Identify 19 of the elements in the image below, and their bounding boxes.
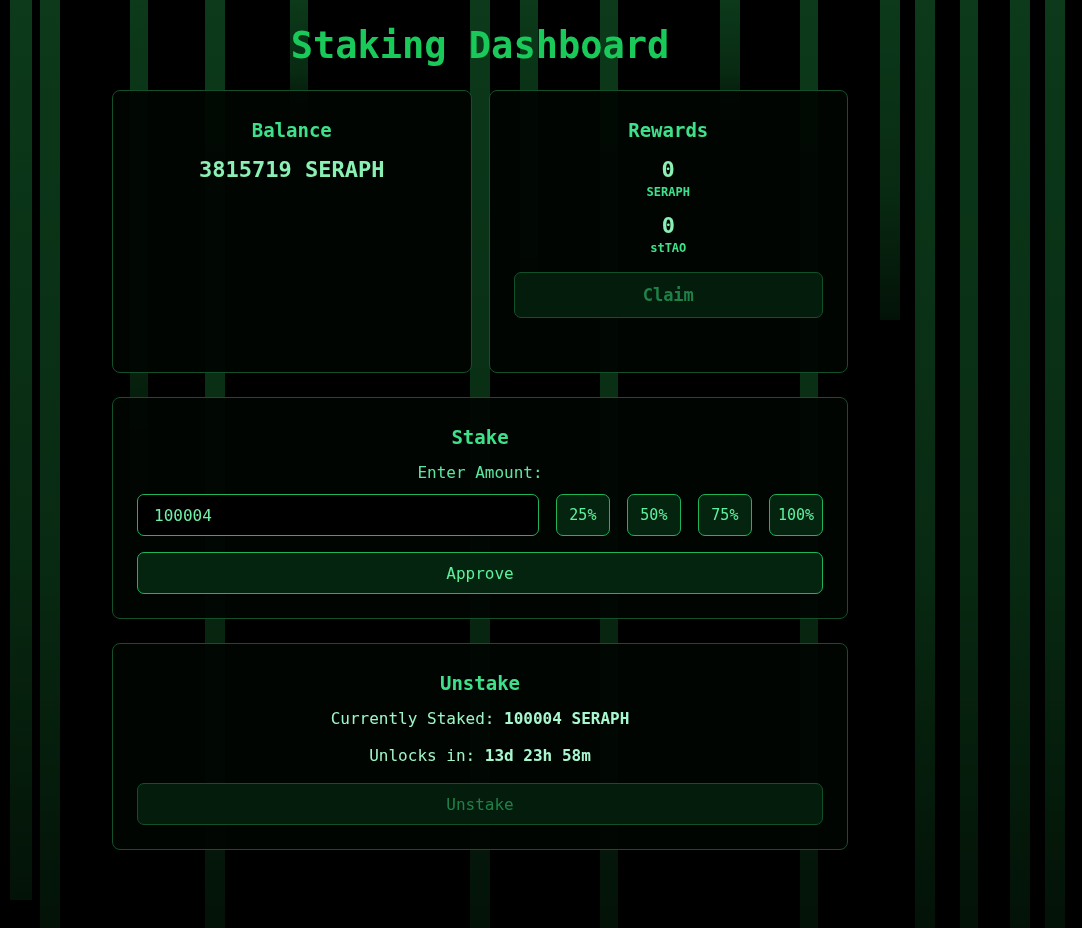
unlock-time-text: Unlocks in: 13d 23h 58m [369, 746, 591, 765]
percent-button[interactable]: 50% [626, 494, 681, 536]
approve-button[interactable]: Approve [137, 552, 823, 594]
amount-input[interactable]: 100004 [137, 494, 539, 536]
token-symbol: SERAPH [646, 184, 690, 200]
staked-amount-text: Currently Staked: 100004 SERAPH [330, 709, 630, 728]
card-heading: Balance [251, 118, 332, 142]
card-heading: Unstake [439, 671, 521, 695]
card-heading: Stake [451, 425, 509, 449]
reward-amount: 0 [661, 212, 675, 240]
card-heading: Rewards [628, 118, 709, 142]
amount-label: Enter Amount: [417, 463, 543, 482]
token-symbol: stTAO [650, 240, 687, 256]
balance-amount: 3815719 SERAPH [199, 156, 385, 184]
percent-button[interactable]: 25% [555, 494, 610, 536]
page-title: Staking Dashboard [289, 24, 671, 68]
reward-amount: 0 [661, 156, 675, 184]
percent-button[interactable]: 100% [768, 494, 823, 536]
percent-button[interactable]: 75% [697, 494, 752, 536]
